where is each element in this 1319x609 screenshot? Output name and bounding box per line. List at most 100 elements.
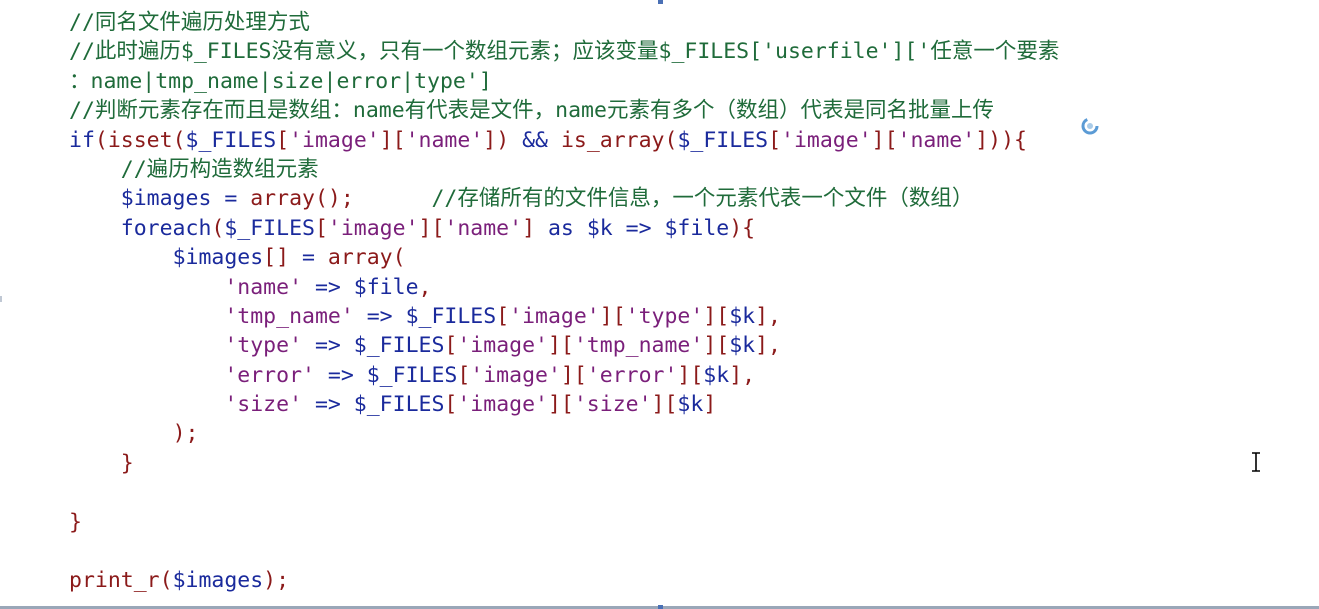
bottom-scroll-marker (658, 605, 663, 609)
code-token-var: $_FILES (353, 333, 445, 359)
code-token-punct: [ (457, 362, 471, 388)
code-token-punct: ][ (871, 127, 898, 153)
code-token-punct: [ (768, 127, 782, 153)
code-token-var: $_FILES (185, 127, 277, 153)
code-token-string: 'image' (781, 127, 872, 153)
code-line[interactable]: ​ (69, 478, 1059, 507)
code-token-func: is_array (560, 127, 665, 153)
code-token-punct: ][ (599, 303, 626, 329)
code-token-keyword: if (69, 127, 95, 153)
code-token-punct: ][ (560, 362, 587, 388)
code-line[interactable]: $images = array(); //存储所有的文件信息，一个元素代表一个文… (69, 184, 1059, 213)
code-token-op: = (211, 186, 251, 212)
code-token-var: $_FILES (677, 127, 769, 153)
code-token-punct: ][ (418, 215, 445, 241)
code-line[interactable]: } (69, 449, 1059, 478)
code-line[interactable]: //此时遍历$_FILES没有意义，只有一个数组元素；应该变量$_FILES['… (69, 37, 1059, 66)
code-token-string: 'tmp_name' (224, 303, 354, 329)
code-line[interactable]: 'size' => $_FILES['image']['size'][$k] (69, 390, 1059, 419)
code-token-punct: ( (159, 568, 173, 594)
code-token-string: 'image' (509, 303, 600, 329)
code-token-punct: ], (755, 333, 781, 359)
code-token-punct: ( (392, 245, 406, 271)
code-token-punct: ); (172, 421, 199, 447)
code-token-string: 'size' (224, 392, 303, 418)
code-token-punct: [ (276, 127, 290, 153)
code-token-punct: ( (94, 127, 108, 153)
code-line[interactable]: if(isset($_FILES['image']['name']) && is… (69, 126, 1059, 155)
code-token-var: $k (586, 215, 613, 241)
code-line[interactable]: ​ (69, 537, 1059, 566)
code-token-keyword: as (547, 215, 574, 241)
code-token-comment: ：name|tmp_name|size|error|type'] (69, 68, 492, 94)
code-token-punct: ])){ (975, 127, 1027, 153)
code-token-punct: ][ (651, 392, 678, 418)
code-token-op: => (302, 392, 354, 418)
code-token-punct: ( (172, 127, 186, 153)
code-token-string: 'image' (457, 333, 548, 359)
code-token-string: 'image' (470, 362, 561, 388)
code-token-punct: [ (314, 215, 328, 241)
code-token-punct: ); (263, 568, 290, 594)
code-token-func: isset (107, 127, 173, 153)
code-token-var: $_FILES (366, 362, 458, 388)
code-token-var: $_FILES (224, 215, 315, 241)
code-line[interactable]: print_r($images); (69, 566, 1059, 595)
code-token-string: 'size' (573, 392, 652, 418)
code-token-string: 'name' (897, 127, 976, 153)
code-line[interactable]: 'tmp_name' => $_FILES['image']['type'][$… (69, 302, 1059, 331)
code-token-op: = (289, 245, 328, 271)
code-token-var: $k (677, 392, 704, 418)
code-line[interactable]: ：name|tmp_name|size|error|type'] (69, 67, 1059, 96)
code-token-var: $file (353, 274, 419, 300)
code-line[interactable]: //判断元素存在而且是数组：name有代表是文件，name元素有多个（数组）代表… (69, 96, 1059, 125)
code-token-string: 'error' (586, 362, 678, 388)
code-token-keyword: foreach (120, 215, 212, 241)
code-token-punct: (); (314, 186, 354, 212)
code-line[interactable]: ); (69, 419, 1059, 448)
code-token-string: 'image' (327, 215, 419, 241)
code-token-punct: ][ (677, 362, 704, 388)
code-line[interactable]: 'name' => $file, (69, 273, 1059, 302)
code-line[interactable]: //遍历构造数组元素 (69, 155, 1059, 184)
code-token-comment: //同名文件遍历处理方式 (69, 10, 310, 35)
code-token-string: 'name' (224, 274, 303, 300)
code-line[interactable]: 'error' => $_FILES['image']['error'][$k]… (69, 361, 1059, 390)
code-token-punct: ][ (703, 303, 730, 329)
code-line[interactable]: 'type' => $_FILES['image']['tmp_name'][$… (69, 331, 1059, 360)
text-cursor-icon (1252, 452, 1260, 472)
code-token-var: $_FILES (353, 392, 445, 418)
code-token-punct: ][ (379, 127, 406, 153)
code-token-punct: ( (211, 215, 225, 241)
busy-spinner-icon (1081, 117, 1099, 135)
code-token-comment: //此时遍历$_FILES没有意义，只有一个数组元素；应该变量$_FILES['… (69, 39, 1060, 65)
code-token-op: => (314, 362, 367, 388)
code-token-string: 'tmp_name' (573, 333, 704, 359)
code-token-comment: //判断元素存在而且是数组：name有代表是文件，name元素有多个（数组）代表… (69, 98, 994, 124)
code-token-string: 'type' (224, 333, 303, 359)
code-token-punct: [ (444, 392, 458, 418)
code-token-func: print_r (69, 568, 160, 594)
code-line[interactable]: foreach($_FILES['image']['name'] as $k =… (69, 214, 1059, 243)
top-scroll-marker (658, 0, 663, 4)
code-line[interactable]: //同名文件遍历处理方式 (69, 8, 1059, 37)
code-token-punct: } (69, 509, 82, 535)
code-token-string: 'image' (289, 127, 380, 153)
code-token-func: array (250, 186, 315, 212)
code-editor[interactable]: //同名文件遍历处理方式 //此时遍历$_FILES没有意义，只有一个数组元素；应… (0, 0, 1319, 609)
code-token-punct: ][ (547, 333, 574, 359)
code-token-string: 'type' (625, 303, 704, 329)
code-lines[interactable]: //同名文件遍历处理方式 //此时遍历$_FILES没有意义，只有一个数组元素；应… (69, 8, 1059, 596)
code-token-punct: , (418, 274, 432, 300)
code-line[interactable]: } (69, 508, 1059, 537)
code-line[interactable]: $images[] = array( (69, 243, 1059, 272)
code-token-string: 'image' (457, 392, 548, 418)
